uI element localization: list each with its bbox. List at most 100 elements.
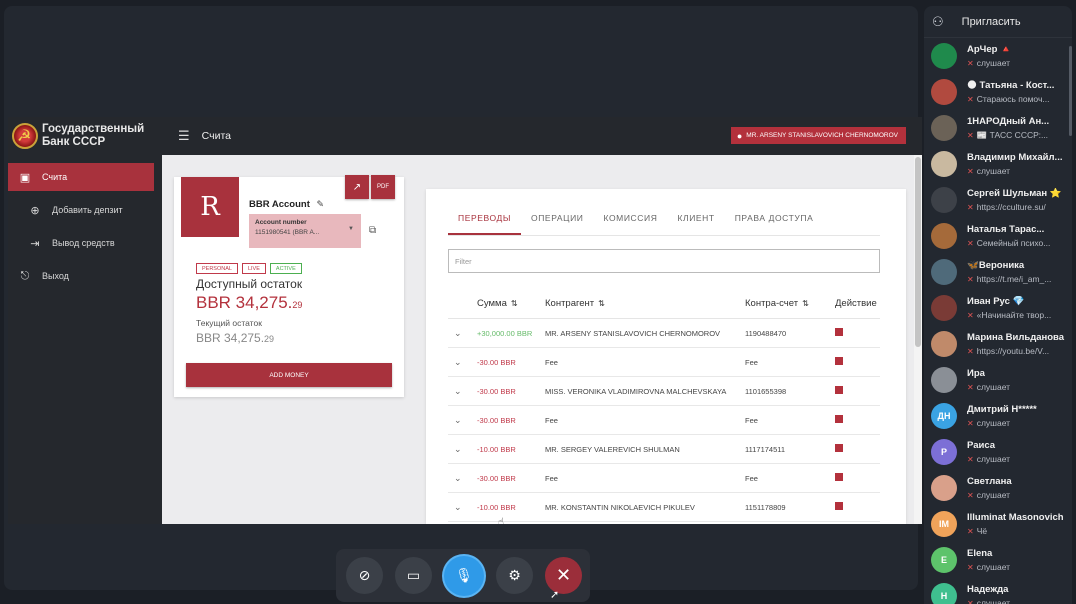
expand-chevron-icon[interactable]: ⌄ xyxy=(448,415,477,426)
row-sum: -30.00 BBR xyxy=(477,473,516,483)
account-card: R ↗ PDF BBR Account ✎ Account number 115… xyxy=(174,175,404,397)
available-main: BBR 34,275. xyxy=(196,293,293,312)
pdf-download-icon[interactable] xyxy=(835,502,843,510)
screen-share-off-icon: ▭ xyxy=(406,567,421,583)
participant-item[interactable]: ДН Дмитрий Н***** ✕ слушает xyxy=(924,398,1072,434)
participant-item[interactable]: Владимир Михайл... ✕ слушает xyxy=(924,146,1072,182)
user-button[interactable]: ● MR. ARSENY STANISLAVOVICH CHERNOMOROV xyxy=(730,127,906,144)
nav-label: Добавить депзит xyxy=(52,205,123,215)
expand-chevron-icon[interactable]: ⌄ xyxy=(448,444,477,455)
plus-circle-icon: ⊕ xyxy=(30,204,40,217)
available-balance: BBR 34,275.29 xyxy=(196,293,302,313)
participant-status: слушает xyxy=(976,418,1011,428)
user-name: MR. ARSENY STANISLAVOVICH CHERNOMOROV xyxy=(746,132,898,139)
nav-item-withdraw[interactable]: ⇥ Вывод средств xyxy=(8,229,162,257)
header-sum[interactable]: Сумма ⇅ xyxy=(477,298,545,309)
tag-active: ACTIVE xyxy=(269,263,302,274)
header-account[interactable]: Контра-счет ⇅ xyxy=(745,298,829,309)
tab-transfers[interactable]: ПЕРЕВОДЫ xyxy=(448,201,522,235)
participant-name: Ира xyxy=(967,368,985,379)
pdf-download-icon[interactable] xyxy=(835,328,843,336)
nav-item-add-deposit[interactable]: ⊕ Добавить депзит xyxy=(8,196,162,224)
invite-label: Пригласить xyxy=(961,15,1021,28)
expand-chevron-icon[interactable]: ⌄ xyxy=(448,502,477,513)
tab-client[interactable]: КЛИЕНТ xyxy=(667,201,724,235)
table-row[interactable]: ⌄ +30,000.00 BBR MR. ARSENY STANISLAVOVICH… xyxy=(448,319,880,348)
row-account: 1101655398 xyxy=(745,386,787,396)
pdf-download-icon[interactable] xyxy=(835,444,843,452)
pdf-button[interactable]: PDF xyxy=(371,175,395,199)
table-row[interactable]: ⌄ -30.00 BBR MISS. VERONIKA VLADIMIROVNA M… xyxy=(448,377,880,406)
current-balance-label: Текущий остаток xyxy=(196,318,262,328)
settings-button[interactable]: ⚙ xyxy=(496,557,533,594)
participant-item[interactable]: Марина Вильданова ✕ https://youtu.be/V... xyxy=(924,326,1072,362)
mic-muted-icon: ✕ xyxy=(967,59,974,68)
filter-input[interactable]: Filter xyxy=(448,249,880,273)
table-row[interactable]: ⌄ -30.00 BBR Fee Fee xyxy=(448,464,880,493)
scrollbar-thumb[interactable] xyxy=(915,157,921,347)
participant-item[interactable]: Н Надежда ✕ слушает xyxy=(924,578,1072,604)
table-row[interactable]: ⌄ -10.00 BBR MR. SERGEY VALEREVICH SHULMAN… xyxy=(448,435,880,464)
account-number-select[interactable]: Account number 1151980541 (BBR A... ▼ xyxy=(249,214,361,248)
nav-item-accounts[interactable]: ▣ Счита xyxy=(8,163,154,191)
participant-item[interactable]: АрЧер 🔺 ✕ слушает xyxy=(924,38,1072,74)
row-counterparty: Fee xyxy=(545,473,558,483)
copy-icon[interactable]: ⧉ xyxy=(369,225,376,236)
invite-button[interactable]: ⚇ Пригласить xyxy=(924,6,1072,38)
pdf-download-icon[interactable] xyxy=(835,415,843,423)
table-row[interactable]: ⌄ -30.00 BBR Fee Fee xyxy=(448,348,880,377)
header-sum-label: Сумма xyxy=(477,298,507,309)
tab-access-rights[interactable]: ПРАВА ДОСТУПА xyxy=(725,201,824,235)
header-account-label: Контра-счет xyxy=(745,298,799,309)
pdf-download-icon[interactable] xyxy=(835,473,843,481)
participant-name: Иван Рус 💎 xyxy=(967,296,1025,307)
add-money-button[interactable]: ADD MONEY xyxy=(186,363,392,387)
expand-chevron-icon[interactable]: ⌄ xyxy=(448,357,477,368)
participant-item[interactable]: Ира ✕ слушает xyxy=(924,362,1072,398)
row-counterparty: MR. SERGEY VALEREVICH SHULMAN xyxy=(545,444,680,454)
bank-logo[interactable]: Государственный Банк СССР xyxy=(8,117,162,155)
screen-share-button[interactable]: ▭ xyxy=(395,557,432,594)
mic-muted-icon: 🎙 xyxy=(455,567,473,583)
mic-muted-icon: ✕ xyxy=(967,347,974,356)
participant-item[interactable]: IM Illuminat Masonovich ✕ Чё xyxy=(924,506,1072,542)
row-account: 1117174511 xyxy=(745,444,786,454)
avatar xyxy=(931,367,957,393)
participant-item[interactable]: Светлана ✕ слушает xyxy=(924,470,1072,506)
tab-operations[interactable]: ОПЕРАЦИИ xyxy=(521,201,593,235)
mic-muted-icon: ✕ xyxy=(967,491,974,500)
participant-name: Наталья Тарас... xyxy=(967,224,1045,235)
participant-item[interactable]: Иван Рус 💎 ✕ «Начинайте твор... xyxy=(924,290,1072,326)
participant-item[interactable]: E Elena ✕ слушает xyxy=(924,542,1072,578)
mic-muted-icon: ✕ xyxy=(967,383,974,392)
participant-item[interactable]: Наталья Тарас... ✕ Семейный психо... xyxy=(924,218,1072,254)
edit-icon[interactable]: ✎ xyxy=(317,199,325,209)
expand-chevron-icon[interactable]: ⌄ xyxy=(448,473,477,484)
panel-scrollbar[interactable] xyxy=(1069,46,1072,136)
nav-item-exit[interactable]: ⎋ Выход xyxy=(8,262,162,290)
page-title: Счита xyxy=(201,130,231,142)
hang-up-icon: ✕ xyxy=(555,565,572,585)
avatar xyxy=(931,331,957,357)
participant-item[interactable]: 1НАРОДный Ан... ✕ 📰 ТАСС СССР:... xyxy=(924,110,1072,146)
tab-commission[interactable]: КОМИССИЯ xyxy=(593,201,667,235)
pdf-download-icon[interactable] xyxy=(835,357,843,365)
camera-toggle-button[interactable]: ⊘ xyxy=(346,557,383,594)
participant-status: слушает xyxy=(976,490,1011,500)
expand-chevron-icon[interactable]: ⌄ xyxy=(448,328,477,339)
expand-chevron-icon[interactable]: ⌄ xyxy=(448,386,477,397)
participant-item[interactable]: Р Раиса ✕ слушает xyxy=(924,434,1072,470)
participant-item[interactable]: 🌑 Татьяна - Кост... ✕ Стараюсь помоч... xyxy=(924,74,1072,110)
table-row[interactable]: ⌄ -30.00 BBR Fee Fee xyxy=(448,406,880,435)
pdf-download-icon[interactable] xyxy=(835,386,843,394)
header-counterparty[interactable]: Контрагент ⇅ xyxy=(545,298,745,309)
participants-panel: ⚇ Пригласить АрЧер 🔺 ✕ слушает 🌑 Татьяна - … xyxy=(924,6,1072,604)
participant-item[interactable]: 🦋Вероника ✕ https://t.me/i_am_... xyxy=(924,254,1072,290)
hamburger-menu-icon[interactable]: ☰ xyxy=(178,128,190,144)
table-row[interactable]: ⌄ -10.00 BBR MR. KONSTANTIN NIKOLAEVICH PI… xyxy=(448,493,880,522)
page-scrollbar[interactable] xyxy=(914,155,922,524)
participant-item[interactable]: Сергей Шульман ⭐ ✕ https://cculture.su/ xyxy=(924,182,1072,218)
mic-toggle-button[interactable]: 🎙 xyxy=(444,555,484,596)
chart-button[interactable]: ↗ xyxy=(345,175,369,199)
row-account: 1151178809 xyxy=(745,502,786,512)
